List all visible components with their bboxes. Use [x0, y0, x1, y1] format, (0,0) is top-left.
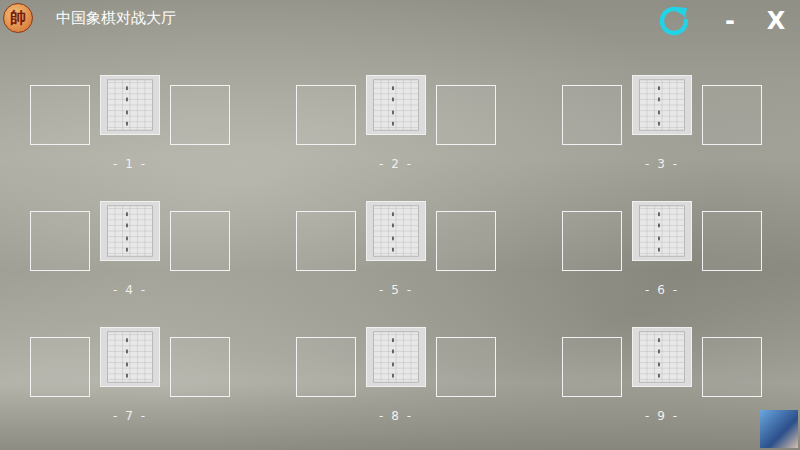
board-thumbnail[interactable] [632, 327, 692, 387]
game-table: - 8 - [296, 327, 496, 423]
table-label: - 4 - [30, 283, 230, 297]
table-label: - 7 - [30, 409, 230, 423]
lobby-screen: 帥 中国象棋对战大厅 -X - 1 - - 2 - - 3 - - 4 - - 5 - - 6 … [0, 0, 800, 450]
board-icon [635, 329, 689, 385]
board-thumbnail[interactable] [100, 201, 160, 261]
game-table: - 2 - [296, 75, 496, 171]
table-label: - 9 - [562, 409, 762, 423]
board-icon [103, 77, 157, 133]
logo-icon: 帥 [3, 3, 33, 33]
board-icon [635, 203, 689, 259]
refresh-icon[interactable] [654, 1, 694, 41]
table-seats [562, 75, 762, 145]
user-avatar[interactable] [760, 410, 798, 448]
seat-left[interactable] [30, 85, 90, 145]
table-seats [296, 201, 496, 271]
table-label: - 1 - [30, 157, 230, 171]
table-label: - 2 - [296, 157, 496, 171]
board-thumbnail[interactable] [100, 327, 160, 387]
board-icon [103, 329, 157, 385]
game-table: - 6 - [562, 201, 762, 297]
board-thumbnail[interactable] [632, 201, 692, 261]
seat-left[interactable] [296, 211, 356, 271]
table-seats [30, 201, 230, 271]
window-title: 中国象棋对战大厅 [56, 9, 176, 28]
seat-right[interactable] [436, 85, 496, 145]
board-thumbnail[interactable] [100, 75, 160, 135]
table-seats [562, 327, 762, 397]
board-thumbnail[interactable] [632, 75, 692, 135]
seat-right[interactable] [170, 337, 230, 397]
seat-left[interactable] [562, 337, 622, 397]
seat-left[interactable] [562, 211, 622, 271]
table-label: - 6 - [562, 283, 762, 297]
board-icon [369, 77, 423, 133]
game-table: - 7 - [30, 327, 230, 423]
seat-right[interactable] [702, 211, 762, 271]
board-icon [369, 329, 423, 385]
table-label: - 8 - [296, 409, 496, 423]
title-bar: 帥 中国象棋对战大厅 -X [0, 0, 800, 36]
game-table: - 3 - [562, 75, 762, 171]
game-table: - 4 - [30, 201, 230, 297]
seat-right[interactable] [170, 85, 230, 145]
game-table: - 1 - [30, 75, 230, 171]
seat-left[interactable] [30, 337, 90, 397]
table-label: - 5 - [296, 283, 496, 297]
board-icon [103, 203, 157, 259]
game-table: - 9 - [562, 327, 762, 423]
board-thumbnail[interactable] [366, 201, 426, 261]
table-seats [296, 327, 496, 397]
seat-left[interactable] [296, 85, 356, 145]
seat-right[interactable] [702, 85, 762, 145]
seat-right[interactable] [436, 211, 496, 271]
game-table: - 5 - [296, 201, 496, 297]
table-seats [562, 201, 762, 271]
board-thumbnail[interactable] [366, 75, 426, 135]
seat-right[interactable] [702, 337, 762, 397]
seat-left[interactable] [296, 337, 356, 397]
seat-right[interactable] [436, 337, 496, 397]
table-seats [296, 75, 496, 145]
seat-left[interactable] [562, 85, 622, 145]
table-label: - 3 - [562, 157, 762, 171]
board-icon [369, 203, 423, 259]
seat-right[interactable] [170, 211, 230, 271]
table-seats [30, 75, 230, 145]
board-thumbnail[interactable] [366, 327, 426, 387]
minimize-button[interactable]: - [720, 7, 740, 35]
board-icon [635, 77, 689, 133]
table-seats [30, 327, 230, 397]
close-button[interactable]: X [766, 7, 786, 35]
seat-left[interactable] [30, 211, 90, 271]
table-grid: - 1 - - 2 - - 3 - - 4 - - 5 - - 6 - - 7 - - 8 -… [0, 36, 800, 423]
